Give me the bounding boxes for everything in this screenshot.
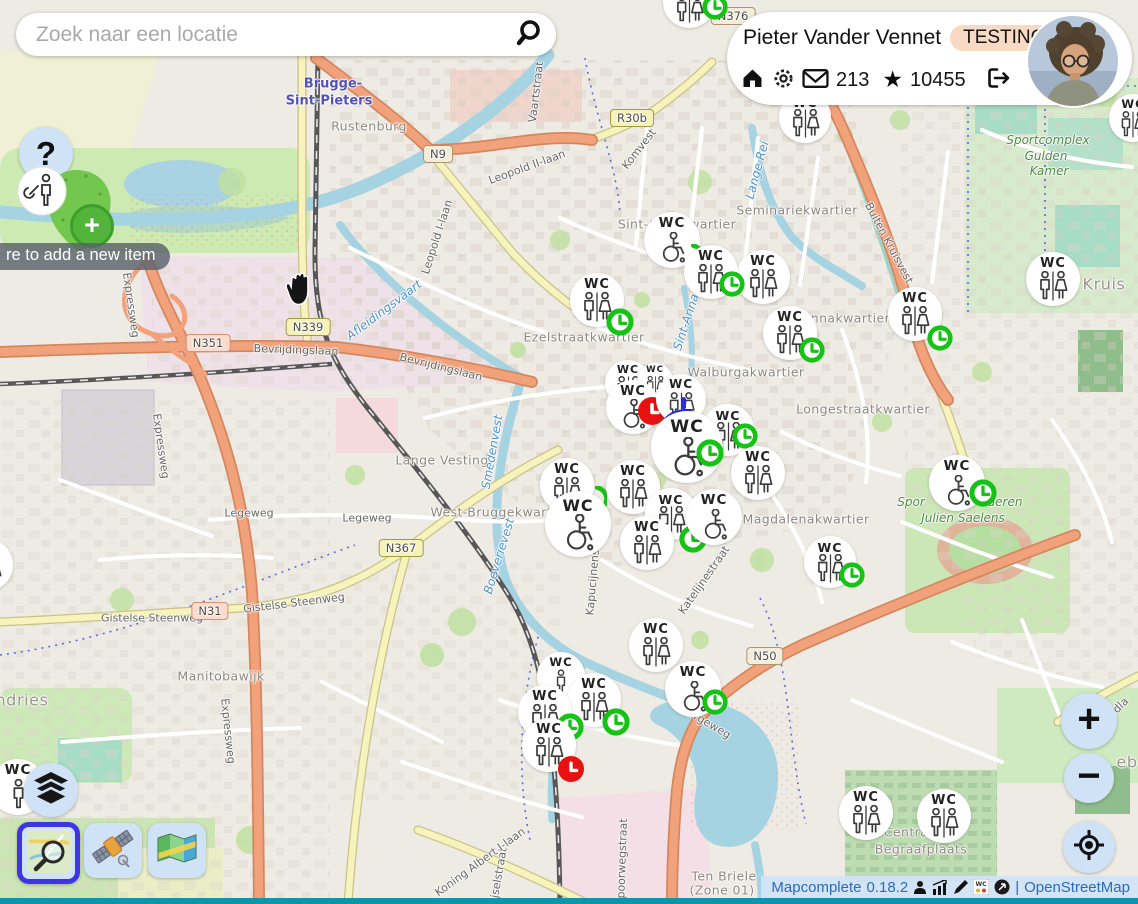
search-bar[interactable]: [16, 13, 556, 56]
marker-label: WC: [617, 364, 639, 376]
theme-wc-icon[interactable]: WC: [973, 879, 989, 895]
map-marker-toilet[interactable]: WC: [567, 673, 621, 727]
message-count: 213: [836, 69, 869, 92]
zoom-out-glyph: −: [1077, 776, 1100, 780]
marker-label: WC: [659, 217, 686, 232]
svg-text:WC: WC: [976, 881, 988, 888]
marker-label: WC: [750, 255, 776, 269]
marker-label: WC: [1121, 98, 1138, 111]
contributors-icon[interactable]: [913, 880, 927, 895]
marker-label: WC: [659, 493, 684, 507]
map-marker-toilet[interactable]: WC: [629, 618, 683, 672]
zoom-in-button[interactable]: +: [1061, 693, 1117, 749]
attribution-separator: |: [1015, 879, 1019, 896]
marker-label: WC: [634, 521, 660, 535]
map-marker-toilet[interactable]: WC: [651, 411, 723, 483]
style-button-osm[interactable]: [17, 822, 80, 884]
changeset-count: 10455: [910, 69, 966, 92]
avatar[interactable]: [1028, 16, 1118, 106]
add-new-item-pin[interactable]: +: [8, 160, 118, 260]
statistics-icon[interactable]: [932, 880, 948, 895]
search-input[interactable]: [34, 22, 514, 48]
marker-label: WC: [581, 678, 607, 692]
marker-label: WC: [818, 541, 843, 555]
marker-label: WC: [620, 465, 646, 479]
map-marker-toilet[interactable]: WC: [929, 455, 985, 511]
marker-label: WC: [716, 409, 741, 423]
map-marker-toilet[interactable]: WC: [1026, 252, 1080, 306]
style-button-satellite[interactable]: [84, 823, 142, 878]
marker-label: WC: [532, 690, 558, 704]
geolocate-button[interactable]: [1063, 821, 1115, 873]
marker-label: WC: [944, 460, 971, 475]
geolocate-icon: [1072, 828, 1106, 867]
mapcomplete-app: Brugge-Sint-PietersRustenburgKomvestVaar…: [0, 0, 1138, 904]
home-icon[interactable]: [740, 66, 765, 95]
marker-label: WC: [554, 463, 580, 477]
marker-label: WC: [646, 366, 664, 376]
folded-map-icon: [156, 831, 198, 870]
map-marker-toilet[interactable]: WC: [522, 718, 576, 772]
map-marker-toilet[interactable]: WC: [606, 380, 660, 434]
marker-label: WC: [931, 794, 957, 808]
map-marker-toilet[interactable]: WC: [839, 786, 893, 840]
attribution-version[interactable]: 0.18.2: [866, 879, 908, 896]
marker-label: WC: [698, 250, 724, 264]
marker-label: WC: [777, 311, 803, 325]
map-marker-toilet[interactable]: WC: [684, 245, 738, 299]
layers-icon: [31, 770, 71, 811]
marker-label: WC: [745, 451, 771, 465]
edit-pencil-icon[interactable]: [953, 880, 968, 895]
marker-label: WC: [1040, 257, 1066, 271]
marker-label: WC: [902, 292, 928, 306]
zoom-in-glyph: +: [1077, 719, 1100, 723]
messages-icon[interactable]: [802, 68, 829, 94]
marker-label: WC: [853, 791, 879, 805]
search-icon[interactable]: [514, 17, 544, 52]
attribution-provider[interactable]: OpenStreetMap: [1024, 879, 1130, 896]
marker-label: WC: [643, 623, 669, 637]
attribution-bar[interactable]: Mapcomplete 0.18.2 WC | OpenStreetMap: [761, 876, 1138, 898]
map-marker-toilet[interactable]: WC: [570, 273, 624, 327]
attribution-app[interactable]: Mapcomplete: [771, 879, 861, 896]
map-marker-toilet[interactable]: WC: [620, 516, 674, 570]
zoom-out-button[interactable]: −: [1064, 753, 1114, 803]
osm-map-icon: [27, 829, 71, 878]
marker-label: WC: [620, 385, 646, 399]
map-marker-toilet[interactable]: WC: [917, 789, 971, 843]
map-marker-toilet[interactable]: WC: [763, 306, 817, 360]
gear-icon[interactable]: [772, 67, 795, 95]
map-marker-toilet[interactable]: WC: [545, 491, 611, 557]
marker-label: WC: [680, 666, 707, 681]
logout-icon[interactable]: [985, 66, 1012, 95]
map-marker-toilet[interactable]: WC: [731, 446, 785, 500]
marker-label: WC: [669, 378, 693, 391]
style-button-map[interactable]: [148, 823, 206, 878]
layers-button[interactable]: [24, 763, 78, 817]
license-icon[interactable]: [994, 879, 1010, 895]
marker-label: WC: [701, 494, 728, 509]
map-marker-toilet[interactable]: WC: [736, 250, 790, 304]
satellite-icon: [90, 826, 136, 875]
star-icon: ★: [882, 68, 903, 91]
marker-label: WC: [584, 278, 610, 292]
user-panel[interactable]: Pieter Vander Vennet TESTING 213 ★ 10455: [727, 12, 1132, 105]
map-marker-toilet[interactable]: WC: [665, 661, 721, 717]
map-canvas[interactable]: [0, 0, 1138, 904]
map-marker-toilet[interactable]: WC: [804, 536, 856, 588]
user-name: Pieter Vander Vennet: [743, 26, 941, 50]
plus-icon[interactable]: +: [70, 204, 114, 248]
map-marker-toilet[interactable]: WC: [888, 287, 942, 341]
marker-label: WC: [536, 723, 562, 737]
map-marker-toilet[interactable]: WC: [686, 489, 742, 545]
marker-label: WC: [549, 656, 572, 669]
marker-label: WC: [670, 418, 704, 437]
marker-label: WC: [562, 497, 593, 514]
